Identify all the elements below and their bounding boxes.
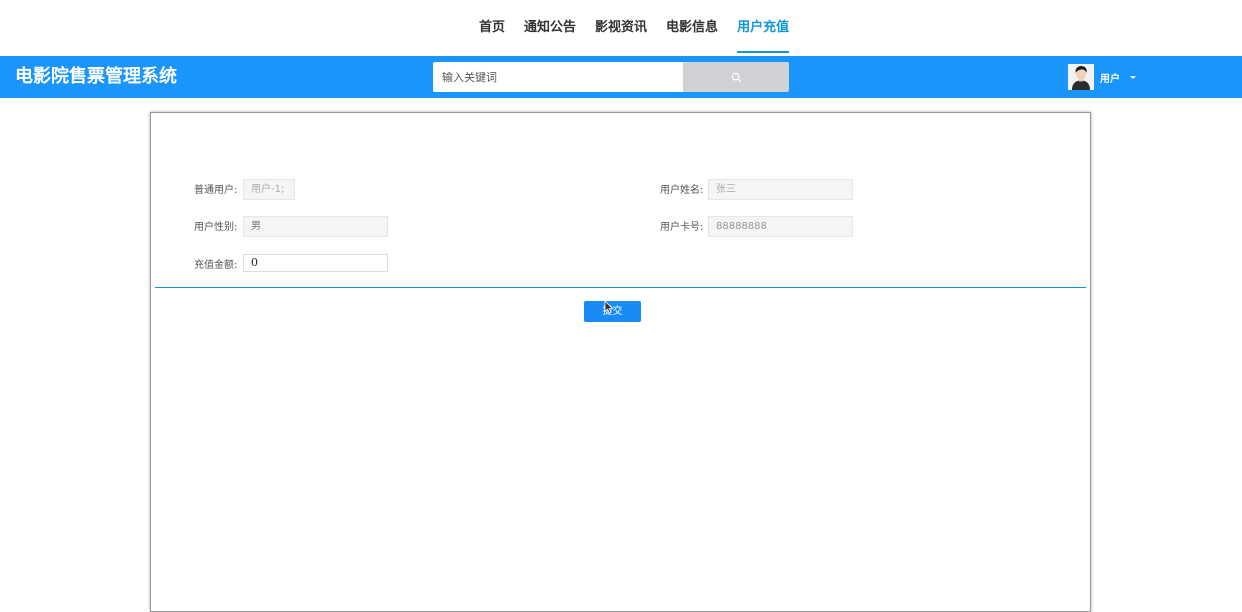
search-button[interactable] <box>683 62 789 92</box>
recharge-amount-input[interactable]: 0 <box>243 254 388 272</box>
nav-item-film-news[interactable]: 影视资讯 <box>595 0 647 56</box>
nav-items: 首页 通知公告 影视资讯 电影信息 用户充值 <box>479 0 808 56</box>
search-input[interactable] <box>433 62 683 92</box>
user-avatar[interactable] <box>1068 64 1094 90</box>
user-name-field[interactable]: 张三 <box>708 179 853 200</box>
user-label: 用户 <box>1100 73 1120 85</box>
recharge-amount-label: 充值金额: <box>194 260 238 271</box>
regular-user-label: 普通用户: <box>194 185 238 196</box>
user-name-label: 用户姓名: <box>660 185 704 196</box>
search-icon <box>731 68 742 87</box>
regular-user-field[interactable]: 用户-1; <box>243 179 295 200</box>
nav-item-movie-info[interactable]: 电影信息 <box>666 0 718 56</box>
nav-item-home[interactable]: 首页 <box>479 0 505 56</box>
user-card-label: 用户卡号: <box>660 222 704 233</box>
top-navigation: 首页 通知公告 影视资讯 电影信息 用户充值 <box>0 0 1242 56</box>
mouse-cursor-icon <box>604 299 614 318</box>
user-gender-field[interactable]: 男 <box>243 216 388 237</box>
nav-item-notices[interactable]: 通知公告 <box>524 0 576 56</box>
site-title: 电影院售票管理系统 <box>15 66 177 87</box>
user-gender-label: 用户性别: <box>194 222 238 233</box>
recharge-form-panel: 普通用户: 用户-1; 用户姓名: 张三 用户性别: 男 用户卡号: 88888… <box>150 112 1091 612</box>
user-menu[interactable]: 用户 <box>1068 60 1136 94</box>
nav-item-user-recharge[interactable]: 用户充值 <box>737 0 790 56</box>
form-divider <box>155 287 1086 288</box>
chevron-down-icon <box>1130 75 1136 79</box>
header-bar: 电影院售票管理系统 用户 <box>0 56 1242 98</box>
user-card-field[interactable]: 88888888 <box>708 216 853 237</box>
